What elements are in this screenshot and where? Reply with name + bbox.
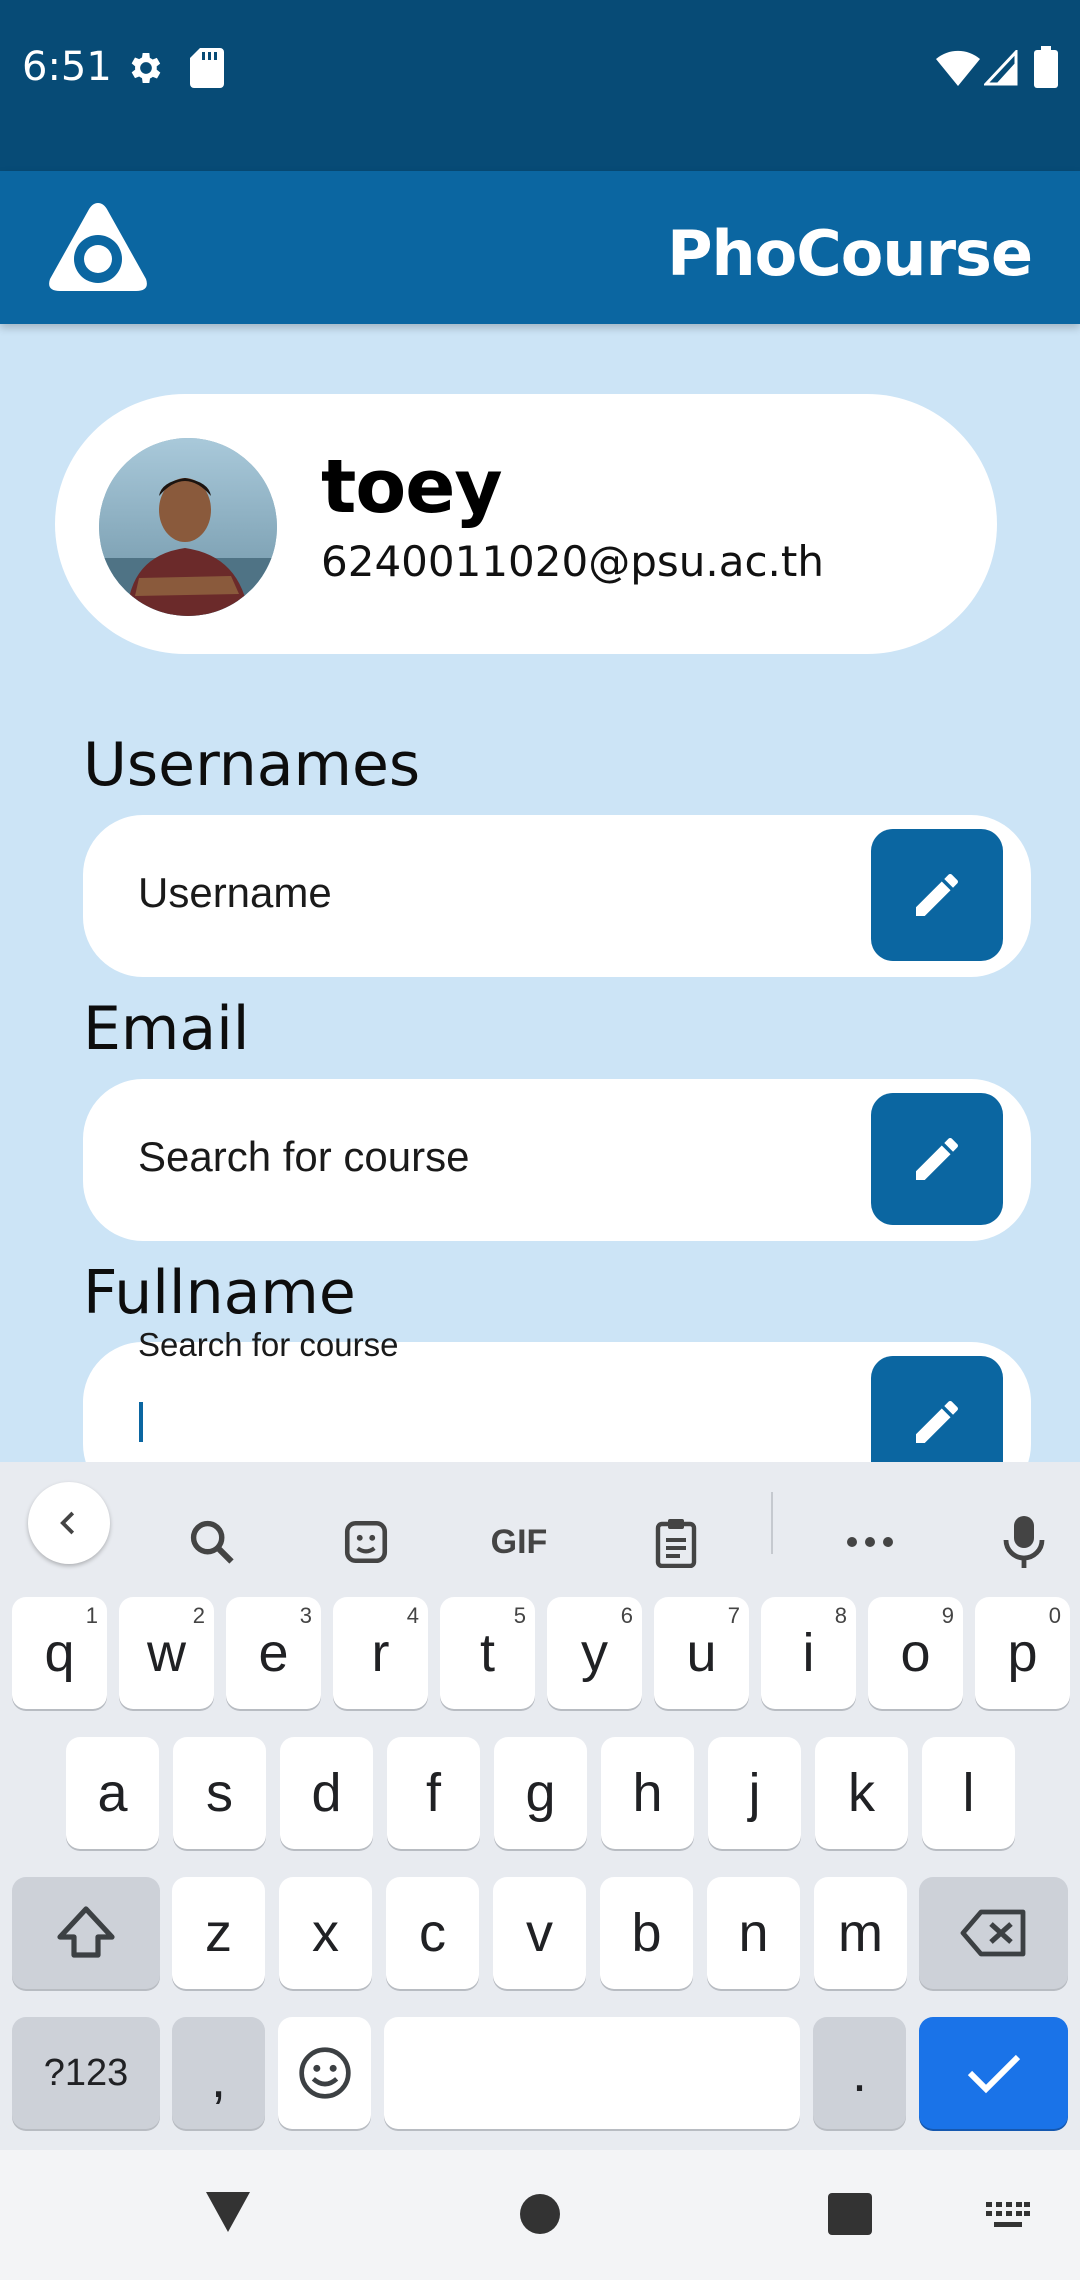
- sticker-icon[interactable]: [326, 1502, 406, 1582]
- key-hint: 7: [727, 1603, 740, 1628]
- more-icon[interactable]: [830, 1502, 910, 1582]
- mic-icon[interactable]: [984, 1502, 1064, 1582]
- key-hint: 8: [834, 1603, 847, 1628]
- key-hint: 5: [513, 1603, 526, 1628]
- profile-card: toey 6240011020@psu.ac.th: [55, 394, 997, 654]
- avatar[interactable]: [99, 438, 277, 616]
- key-g[interactable]: g: [494, 1737, 587, 1849]
- checkmark-icon: [967, 2054, 1020, 2094]
- key-b[interactable]: b: [600, 1877, 693, 1989]
- signal-icon: [982, 48, 1018, 91]
- key-o[interactable]: o9: [868, 1597, 963, 1709]
- username-section-label: Usernames: [83, 730, 421, 800]
- emoji-key[interactable]: [278, 2017, 371, 2129]
- key-u[interactable]: u7: [654, 1597, 749, 1709]
- clipboard-icon[interactable]: [636, 1502, 716, 1582]
- key-f[interactable]: f: [387, 1737, 480, 1849]
- edit-email-button[interactable]: [871, 1093, 1003, 1225]
- edit-username-button[interactable]: [871, 829, 1003, 961]
- wifi-icon: [936, 50, 980, 91]
- text-cursor: [139, 1402, 143, 1442]
- key-hint: 1: [85, 1603, 98, 1628]
- navigation-bar: [0, 2150, 1080, 2280]
- status-time: 6:51: [22, 44, 112, 90]
- key-k[interactable]: k: [815, 1737, 908, 1849]
- sd-card-icon: [190, 48, 224, 93]
- home-nav-icon[interactable]: [518, 2192, 562, 2241]
- emoji-icon: [298, 2047, 351, 2099]
- key-y[interactable]: y6: [547, 1597, 642, 1709]
- key-hint: 4: [406, 1603, 419, 1628]
- key-p[interactable]: p0: [975, 1597, 1070, 1709]
- symbols-key[interactable]: ?123: [12, 2017, 160, 2129]
- enter-key[interactable]: [919, 2017, 1068, 2129]
- key-e[interactable]: e3: [226, 1597, 321, 1709]
- key-j[interactable]: j: [708, 1737, 801, 1849]
- key-v[interactable]: v: [493, 1877, 586, 1989]
- search-icon[interactable]: [172, 1502, 252, 1582]
- email-field[interactable]: Search for course: [83, 1079, 1031, 1241]
- app-title: PhoCourse: [667, 217, 1033, 290]
- key-hint: 2: [192, 1603, 205, 1628]
- pencil-icon: [916, 873, 958, 916]
- profile-name: toey: [321, 444, 503, 530]
- backspace-icon: [960, 1909, 1025, 1957]
- key-a[interactable]: a: [66, 1737, 159, 1849]
- chevron-left-icon: [60, 1511, 75, 1535]
- toolbar-divider: [771, 1492, 773, 1554]
- email-field-text: Search for course: [138, 1133, 470, 1180]
- key-w[interactable]: w2: [119, 1597, 214, 1709]
- key-hint: 0: [1048, 1603, 1061, 1628]
- key-m[interactable]: m: [814, 1877, 907, 1989]
- key-hint: 6: [620, 1603, 633, 1628]
- pencil-icon: [916, 1137, 958, 1180]
- key-z[interactable]: z: [172, 1877, 265, 1989]
- recents-nav-icon[interactable]: [828, 2193, 872, 2240]
- status-bar: 6:51: [0, 0, 1080, 171]
- shift-key[interactable]: [12, 1877, 160, 1989]
- key-c[interactable]: c: [386, 1877, 479, 1989]
- key-i[interactable]: i8: [761, 1597, 856, 1709]
- email-section-label: Email: [83, 994, 250, 1064]
- gif-button[interactable]: GIF: [479, 1502, 559, 1582]
- keyboard-switch-icon[interactable]: [986, 2202, 1030, 2235]
- key-hint: 3: [299, 1603, 312, 1628]
- keyboard: GIF ?123 , . q1w2e3r4t5y6u7i8o9p0 asdfghj…: [0, 1462, 1080, 2150]
- back-nav-icon[interactable]: [204, 2190, 252, 2239]
- fullname-section-label: Fullname: [83, 1258, 356, 1328]
- pencil-icon: [916, 1400, 958, 1443]
- key-r[interactable]: r4: [333, 1597, 428, 1709]
- keyboard-back-button[interactable]: [28, 1482, 110, 1564]
- app-logo-icon[interactable]: [46, 199, 150, 300]
- space-key[interactable]: [384, 2017, 800, 2129]
- comma-key[interactable]: ,: [172, 2017, 265, 2129]
- profile-email: 6240011020@psu.ac.th: [321, 537, 824, 586]
- key-hint: 9: [941, 1603, 954, 1628]
- username-field[interactable]: Username: [83, 815, 1031, 977]
- username-field-text: Username: [138, 869, 332, 916]
- key-q[interactable]: q1: [12, 1597, 107, 1709]
- app-bar: PhoCourse: [0, 171, 1080, 324]
- key-d[interactable]: d: [280, 1737, 373, 1849]
- backspace-key[interactable]: [919, 1877, 1068, 1989]
- key-s[interactable]: s: [173, 1737, 266, 1849]
- shift-icon: [57, 1906, 115, 1958]
- key-n[interactable]: n: [707, 1877, 800, 1989]
- key-h[interactable]: h: [601, 1737, 694, 1849]
- key-l[interactable]: l: [922, 1737, 1015, 1849]
- period-key[interactable]: .: [813, 2017, 906, 2129]
- settings-icon: [126, 48, 166, 93]
- key-t[interactable]: t5: [440, 1597, 535, 1709]
- key-x[interactable]: x: [279, 1877, 372, 1989]
- fullname-floating-label: Search for course: [138, 1326, 399, 1363]
- battery-icon: [1034, 46, 1058, 93]
